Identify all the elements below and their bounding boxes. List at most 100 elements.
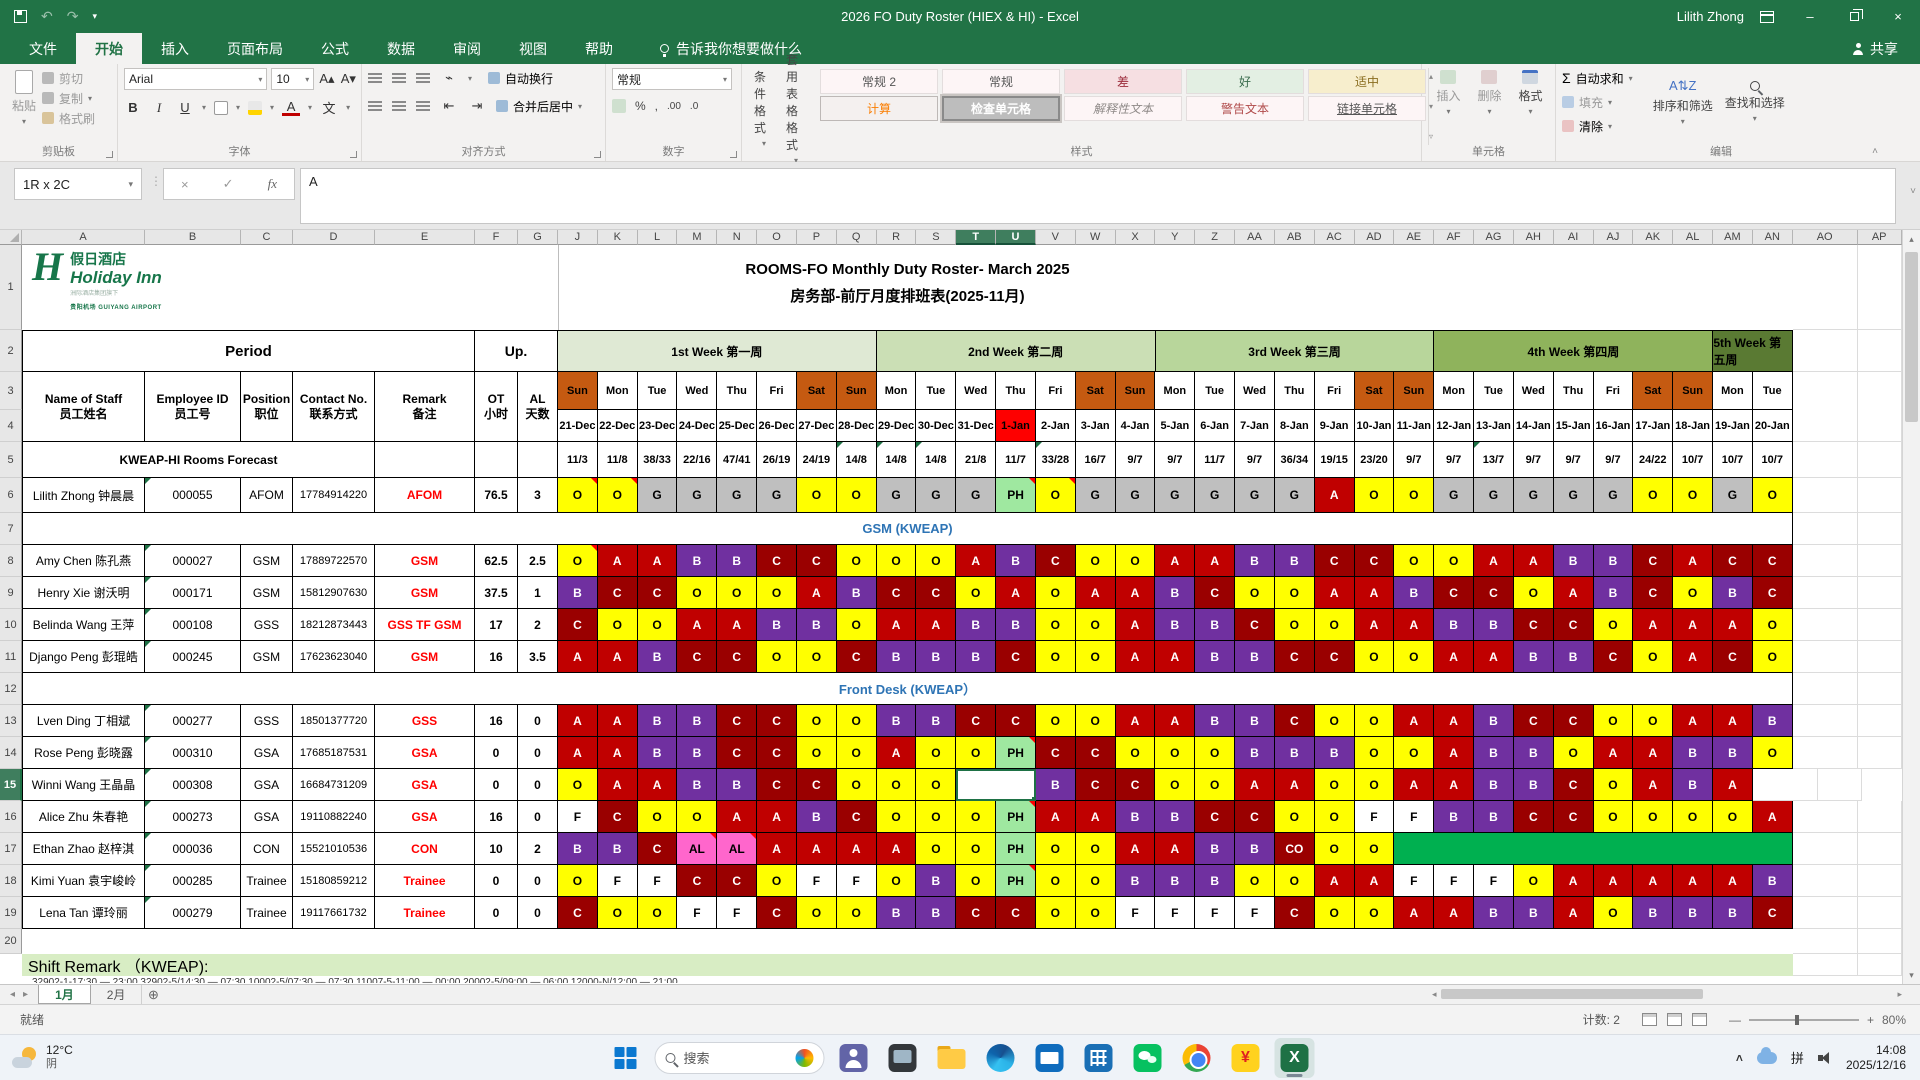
shift-cell[interactable]: A <box>1633 769 1674 801</box>
date-cell[interactable]: 25-Dec <box>717 410 758 442</box>
shift-cell[interactable]: O <box>1274 801 1315 833</box>
date-cell[interactable]: 7-Jan <box>1235 410 1275 442</box>
shift-cell[interactable]: A <box>1035 801 1076 833</box>
staff-name-cell[interactable]: Amy Chen 陈孔燕 <box>22 545 145 577</box>
day-name-cell[interactable]: Fri <box>1035 372 1076 410</box>
shift-cell[interactable]: F <box>1354 801 1395 833</box>
shift-cell[interactable]: O <box>1235 865 1275 897</box>
shift-cell[interactable]: B <box>1673 897 1714 929</box>
date-cell[interactable]: 6-Jan <box>1195 410 1236 442</box>
shift-cell[interactable]: C <box>597 577 638 609</box>
forecast-cell[interactable]: 38/33 <box>637 442 678 478</box>
shift-cell[interactable]: O <box>836 609 877 641</box>
column-header-AF[interactable]: AF <box>1434 230 1475 245</box>
remark-cell[interactable]: GSS <box>375 705 475 737</box>
row-header-10[interactable]: 10 <box>0 609 22 641</box>
week-header-5[interactable]: 5th Week 第五周 <box>1713 330 1794 372</box>
al-cell[interactable]: 2 <box>518 609 558 641</box>
shift-cell[interactable]: A <box>717 801 758 833</box>
selected-cell[interactable]: A <box>956 769 1036 801</box>
shift-cell[interactable]: B <box>1713 577 1753 609</box>
shift-cell[interactable]: B <box>996 545 1036 577</box>
column-header-U[interactable]: U <box>996 230 1036 245</box>
taskbar-calculator[interactable] <box>1079 1038 1119 1078</box>
insert-function-icon[interactable]: fx <box>268 176 277 192</box>
shift-cell[interactable]: C <box>1274 641 1315 673</box>
row-header-13[interactable]: 13 <box>0 705 22 737</box>
formula-input[interactable]: A <box>300 168 1896 224</box>
shift-cell[interactable]: O <box>836 769 877 801</box>
shift-cell[interactable]: G <box>1274 478 1315 513</box>
column-header-AK[interactable]: AK <box>1633 230 1674 245</box>
shift-cell[interactable]: B <box>876 641 917 673</box>
forecast-cell[interactable]: 14/8 <box>836 442 877 478</box>
column-header-AD[interactable]: AD <box>1354 230 1395 245</box>
remark-cell[interactable]: GSA <box>375 801 475 833</box>
shift-cell[interactable]: O <box>796 705 837 737</box>
horizontal-scrollbar[interactable]: ◂ ▸ <box>1432 987 1902 1001</box>
wrap-text-button[interactable]: 自动换行 <box>488 68 553 88</box>
row-header-1[interactable]: 1 <box>0 245 22 330</box>
ot-cell[interactable]: 0 <box>475 865 518 897</box>
shift-cell[interactable]: O <box>1354 737 1395 769</box>
sheet-tab-1月[interactable]: 1月 <box>38 985 91 1004</box>
shift-cell[interactable]: A <box>558 705 598 737</box>
cell-style-链接单元格[interactable]: 链接单元格 <box>1308 96 1426 121</box>
sort-filter-button[interactable]: A⇅Z 排序和筛选 ▾ <box>1647 68 1719 136</box>
ot-cell[interactable]: 0 <box>475 737 518 769</box>
contact-cell[interactable]: 17784914220 <box>293 478 375 513</box>
forecast-cell[interactable]: 9/7 <box>1394 442 1435 478</box>
al-cell[interactable]: 3.5 <box>518 641 558 673</box>
row-header-12[interactable]: 12 <box>0 673 22 705</box>
cell-style-计算[interactable]: 计算 <box>820 96 938 121</box>
restore-button[interactable] <box>1832 0 1876 33</box>
data-validation-dropdown[interactable] <box>988 800 1012 801</box>
shift-cell[interactable]: C <box>1553 609 1594 641</box>
shift-cell[interactable]: O <box>1155 737 1196 769</box>
position-cell[interactable]: GSA <box>241 769 293 801</box>
shift-cell[interactable]: O <box>1035 897 1076 929</box>
autosum-button[interactable]: Σ 自动求和 ▾ <box>1562 68 1633 88</box>
employee-id-cell[interactable]: 000108 <box>145 609 241 641</box>
shift-cell[interactable]: A <box>1752 801 1793 833</box>
shift-cell[interactable]: A <box>1434 897 1475 929</box>
ot-cell[interactable]: 0 <box>475 769 518 801</box>
shift-cell[interactable]: O <box>796 641 837 673</box>
shift-cell[interactable]: A <box>1474 545 1514 577</box>
shift-cell[interactable]: B <box>1235 641 1275 673</box>
shift-cell[interactable]: O <box>1354 478 1395 513</box>
column-header-E[interactable]: E <box>375 230 475 245</box>
date-cell[interactable]: 5-Jan <box>1155 410 1196 442</box>
vertical-scroll-thumb[interactable] <box>1905 252 1918 422</box>
day-name-cell[interactable]: Sun <box>1394 372 1435 410</box>
shift-cell[interactable]: O <box>876 865 917 897</box>
shift-cell[interactable]: A <box>1553 865 1594 897</box>
sheet-nav-arrows[interactable]: ◂ ▸ <box>0 985 38 1004</box>
shift-cell[interactable]: B <box>1314 737 1355 769</box>
shift-cell[interactable]: A <box>1274 769 1315 801</box>
shift-cell[interactable]: A <box>1474 641 1514 673</box>
shift-cell[interactable]: B <box>1513 641 1554 673</box>
date-cell[interactable]: 27-Dec <box>796 410 837 442</box>
find-select-button[interactable]: 查找和选择 ▾ <box>1719 68 1791 136</box>
cell-style-常规 2[interactable]: 常规 2 <box>820 69 938 94</box>
row-header-16[interactable]: 16 <box>0 801 22 833</box>
shift-cell[interactable]: B <box>956 641 997 673</box>
taskbar-clock[interactable]: 14:08 2025/12/16 <box>1846 1043 1906 1072</box>
shift-cell[interactable]: O <box>637 801 678 833</box>
tab-审阅[interactable]: 审阅 <box>434 33 500 64</box>
shift-cell[interactable]: B <box>558 577 598 609</box>
shift-cell[interactable]: O <box>1752 737 1793 769</box>
employee-id-cell[interactable]: 000171 <box>145 577 241 609</box>
shift-cell[interactable]: A <box>876 609 917 641</box>
row-header-9[interactable]: 9 <box>0 577 22 609</box>
format-cells-button[interactable]: 格式 ▾ <box>1512 68 1548 118</box>
shift-cell[interactable]: A <box>1115 641 1156 673</box>
column-header-Y[interactable]: Y <box>1155 230 1196 245</box>
shift-cell[interactable]: B <box>1195 609 1236 641</box>
shift-cell[interactable]: B <box>1673 737 1714 769</box>
shift-cell[interactable]: O <box>637 897 678 929</box>
shift-cell[interactable]: C <box>916 577 957 609</box>
shift-cell[interactable]: B <box>558 833 598 865</box>
scroll-up-icon[interactable]: ▴ <box>1903 230 1920 248</box>
